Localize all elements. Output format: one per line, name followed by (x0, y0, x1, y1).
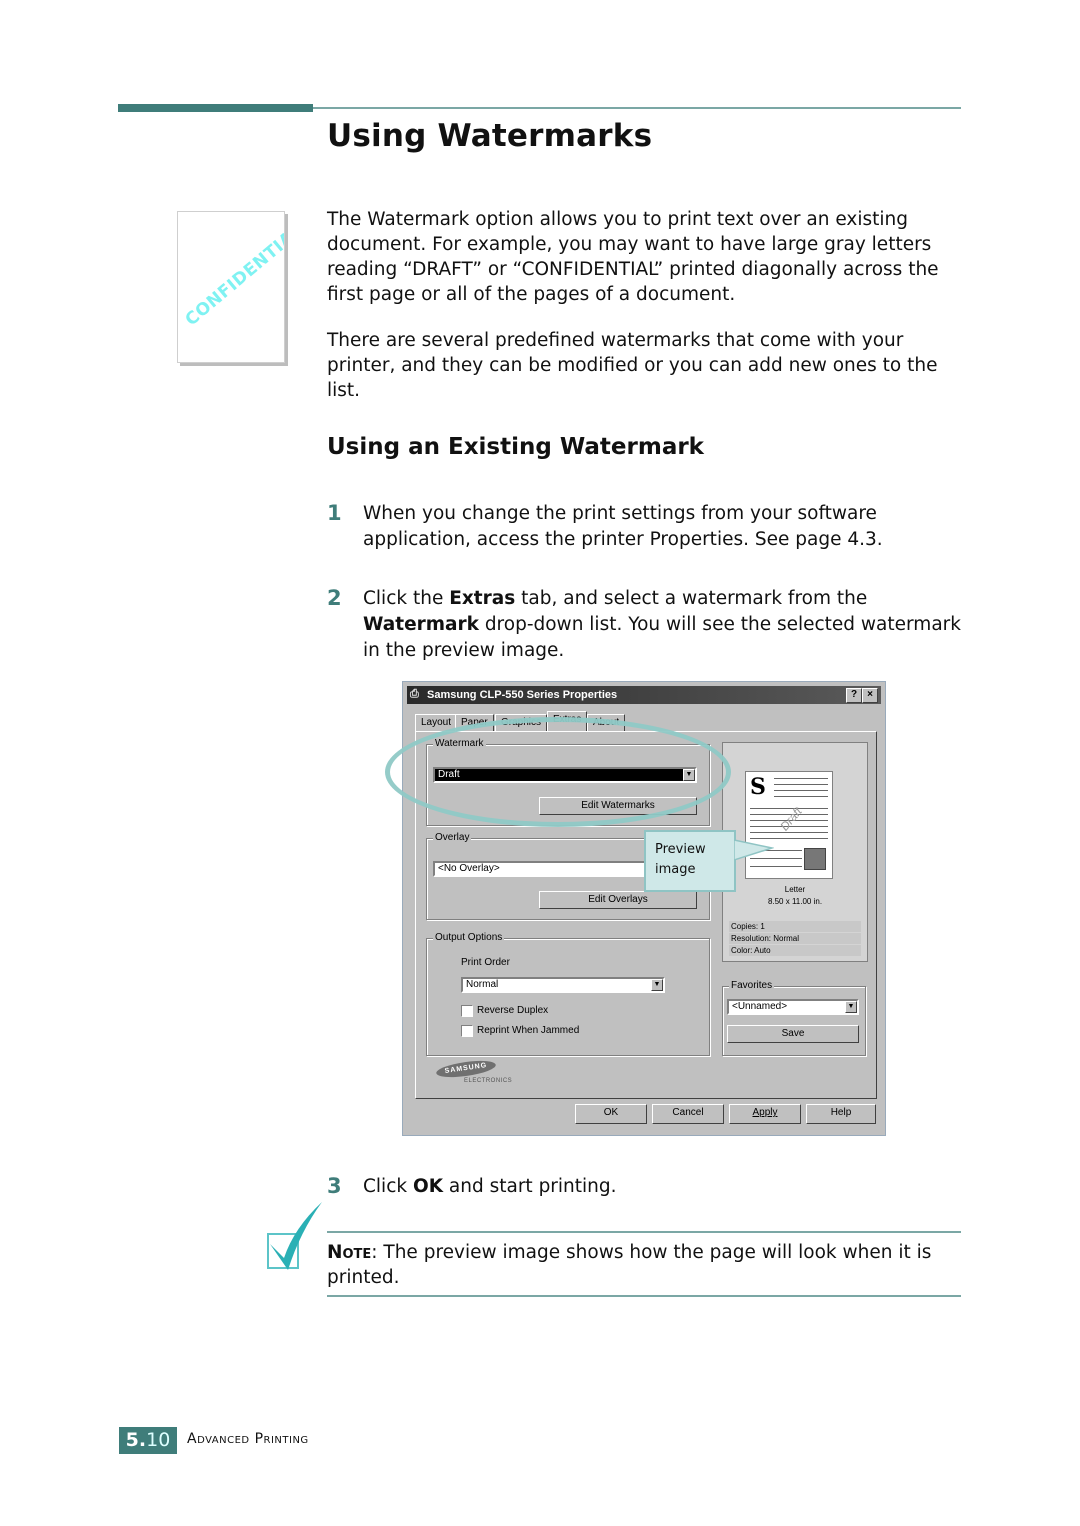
copies-info: Copies: 1 (729, 921, 861, 932)
step-2-text-a: Click the (363, 588, 450, 609)
ok-emphasis: OK (412, 1176, 444, 1197)
extras-emphasis: Extras (449, 588, 516, 609)
tab-extras[interactable]: Extras (547, 711, 588, 731)
callout-line-1: Preview (655, 842, 706, 857)
section-heading: Using an Existing Watermark (327, 434, 704, 460)
callout-line-2: image (655, 862, 696, 877)
preview-line (750, 866, 802, 867)
save-favorite-button[interactable]: Save (727, 1025, 859, 1043)
samsung-logo: SAMSUNG ELECTRONICS (435, 1057, 512, 1084)
edit-watermarks-button[interactable]: Edit Watermarks (539, 797, 697, 815)
printer-icon: ⎙ (410, 688, 419, 700)
reverse-duplex-checkbox[interactable] (461, 1005, 473, 1017)
tab-graphics[interactable]: Graphics (495, 714, 548, 732)
step-3-text-a: Click (363, 1176, 413, 1197)
page-title: Using Watermarks (327, 118, 653, 154)
step-2-text-b: tab, and select a watermark from the (515, 588, 868, 609)
dialog-title: Samsung CLP-550 Series Properties (427, 689, 618, 701)
watermark-dropdown[interactable]: Draft ▼ (433, 767, 697, 783)
note-label: Note (327, 1242, 372, 1263)
samsung-logo-subtitle: ELECTRONICS (464, 1078, 513, 1084)
print-order-value: Normal (466, 979, 499, 990)
step-text-3: Click OK and start printing. (363, 1174, 963, 1200)
tab-layout[interactable]: Layout (415, 714, 458, 732)
footer-section-title: Advanced Printing (187, 1431, 309, 1447)
color-info: Color: Auto (729, 945, 861, 956)
page-number: 10 (146, 1429, 171, 1451)
preview-chart-graphic (804, 848, 826, 870)
preview-image-callout: Preview image (644, 830, 736, 892)
paper-type: Letter (784, 885, 806, 894)
intro-paragraph-2: There are several predefined watermarks … (327, 330, 938, 401)
chevron-down-icon[interactable]: ▼ (683, 769, 695, 781)
page-preview-image: S Draft (745, 771, 833, 879)
header-rule-accent (118, 104, 313, 112)
close-icon[interactable]: × (862, 688, 878, 703)
favorites-group: Favorites <Unnamed> ▼ Save (722, 980, 866, 1056)
reprint-when-jammed-label: Reprint When Jammed (477, 1025, 580, 1036)
favorites-value: <Unnamed> (732, 1001, 788, 1012)
watermark-group: Watermark Draft ▼ Edit Watermarks (426, 738, 710, 826)
print-order-dropdown[interactable]: Normal ▼ (461, 977, 665, 993)
step-number-3: 3 (327, 1174, 342, 1198)
help-icon[interactable]: ? (846, 688, 862, 703)
favorites-dropdown[interactable]: <Unnamed> ▼ (727, 999, 859, 1015)
apply-button[interactable]: Apply (729, 1104, 801, 1124)
intro-paragraph-1: The Watermark option allows you to print… (327, 209, 939, 305)
preview-line (774, 796, 828, 797)
tab-paper[interactable]: Paper (455, 714, 494, 732)
cancel-button[interactable]: Cancel (652, 1104, 724, 1124)
dialog-titlebar: ⎙ Samsung CLP-550 Series Properties ? × (407, 686, 881, 704)
note-rule-top (327, 1231, 961, 1233)
confidential-watermark-text: CONFIDENTIAL (181, 220, 285, 331)
watermark-dropdown-value: Draft (438, 769, 460, 780)
preview-letter-s: S (750, 774, 766, 800)
watermark-example-thumbnail: CONFIDENTIAL (177, 211, 285, 363)
note-body: : The preview image shows how the page w… (327, 1242, 932, 1288)
watermark-emphasis: Watermark (363, 614, 479, 635)
step-number-1: 1 (327, 501, 342, 525)
samsung-logo-oval: SAMSUNG (435, 1057, 497, 1081)
step-number-2: 2 (327, 586, 342, 610)
chapter-number: 5. (125, 1429, 147, 1451)
resolution-info: Resolution: Normal (729, 933, 861, 944)
help-button[interactable]: Help (806, 1104, 876, 1124)
note-rule-bottom (327, 1295, 961, 1297)
watermark-group-label: Watermark (433, 738, 486, 749)
preview-line (774, 778, 828, 779)
output-options-label: Output Options (433, 932, 505, 943)
reverse-duplex-label: Reverse Duplex (477, 1005, 549, 1016)
step-text-2: Click the Extras tab, and select a water… (363, 586, 963, 664)
page-number-badge: 5.10 (119, 1427, 177, 1454)
callout-pointer (734, 839, 774, 861)
step-3-text-b: and start printing. (443, 1176, 617, 1197)
ok-button[interactable]: OK (575, 1104, 647, 1124)
overlay-dropdown-value: <No Overlay> (438, 863, 500, 874)
print-order-label: Print Order (461, 957, 510, 968)
note-text: Note: The preview image shows how the pa… (327, 1240, 967, 1290)
extras-panel: Watermark Draft ▼ Edit Watermarks Overla… (415, 731, 877, 1099)
header-rule (313, 107, 961, 109)
step-text-1: When you change the print settings from … (363, 503, 883, 550)
overlay-group-label: Overlay (433, 832, 472, 843)
favorites-label: Favorites (729, 980, 775, 991)
tab-about[interactable]: About (587, 714, 626, 732)
chevron-down-icon[interactable]: ▼ (651, 979, 663, 991)
preview-line (774, 784, 828, 785)
edit-overlays-button[interactable]: Edit Overlays (539, 891, 697, 909)
paper-size: 8.50 x 11.00 in. (767, 897, 823, 906)
printer-properties-dialog: ⎙ Samsung CLP-550 Series Properties ? × … (402, 681, 886, 1136)
checkmark-icon (267, 1202, 322, 1270)
reprint-when-jammed-checkbox[interactable] (461, 1025, 473, 1037)
preview-line (774, 790, 828, 791)
output-options-group: Output Options Print Order Normal ▼ Reve… (426, 932, 710, 1056)
chevron-down-icon[interactable]: ▼ (845, 1001, 857, 1013)
